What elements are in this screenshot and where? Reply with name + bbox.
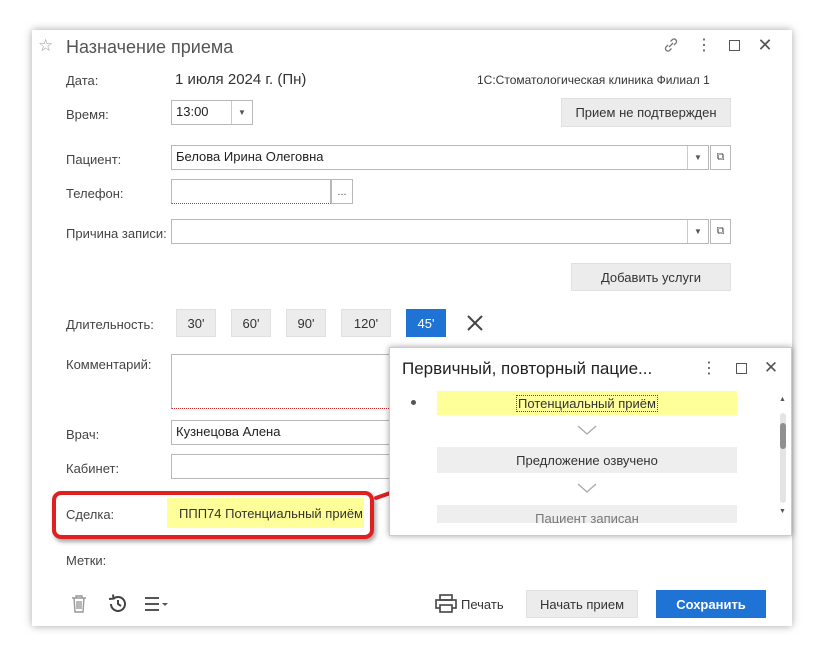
link-icon[interactable]: [662, 36, 680, 57]
start-appointment-button[interactable]: Начать прием: [526, 590, 638, 618]
duration-label: Длительность:: [66, 317, 154, 332]
duration-45-button[interactable]: 45': [406, 309, 446, 337]
scrollbar-track[interactable]: [780, 413, 786, 503]
close-icon[interactable]: ✕: [756, 35, 774, 55]
window-title: Назначение приема: [66, 37, 234, 57]
chevron-down-icon[interactable]: ▼: [687, 146, 708, 169]
room-field[interactable]: [171, 454, 401, 479]
add-services-button[interactable]: Добавить услуги: [571, 263, 731, 291]
stage-popup: Первичный, повторный пацие... ⋮ ✕ Потенц…: [389, 347, 792, 536]
doctor-label: Врач:: [66, 427, 100, 442]
open-patient-button[interactable]: ⧉: [710, 145, 731, 170]
stage-label: Потенциальный приём: [516, 394, 658, 412]
more-icon[interactable]: ⋮: [696, 36, 712, 54]
popup-maximize-icon[interactable]: [736, 363, 747, 374]
current-stage-dot-icon: [411, 400, 416, 405]
popup-more-icon[interactable]: ⋮: [701, 359, 717, 377]
popup-close-icon[interactable]: ✕: [762, 358, 780, 378]
chevron-down-icon[interactable]: ▼: [231, 101, 252, 124]
time-field[interactable]: 13:00 ▼: [171, 100, 253, 125]
patient-label: Пациент:: [66, 152, 122, 167]
star-icon[interactable]: ☆: [38, 36, 53, 56]
history-icon[interactable]: [107, 593, 129, 618]
time-label: Время:: [66, 107, 109, 122]
date-value: 1 июля 2024 г. (Пн): [175, 71, 307, 88]
chevron-down-icon: [577, 482, 597, 497]
print-button[interactable]: Печать: [461, 597, 504, 612]
doctor-field[interactable]: Кузнецова Алена: [171, 420, 401, 445]
comment-label: Комментарий:: [66, 357, 152, 372]
phone-field[interactable]: [171, 179, 331, 204]
room-label: Кабинет:: [66, 461, 120, 476]
stage-item-potential[interactable]: Потенциальный приём: [437, 391, 737, 415]
time-value: 13:00: [176, 104, 209, 119]
deal-value[interactable]: ППП74 Потенциальный приём: [167, 498, 364, 528]
chevron-down-icon[interactable]: ▼: [687, 220, 708, 243]
duration-30-button[interactable]: 30': [176, 309, 216, 337]
scroll-down-icon[interactable]: ▼: [779, 508, 786, 515]
popup-title: Первичный, повторный пацие...: [402, 359, 653, 378]
clear-duration-icon[interactable]: [465, 313, 485, 336]
phone-label: Телефон:: [66, 186, 124, 201]
scrollbar-thumb[interactable]: [780, 423, 786, 449]
menu-list-icon[interactable]: [144, 595, 172, 616]
duration-120-button[interactable]: 120': [341, 309, 391, 337]
patient-field[interactable]: Белова Ирина Олеговна ▼: [171, 145, 709, 170]
trash-icon[interactable]: [70, 594, 88, 617]
printer-icon[interactable]: [435, 594, 457, 617]
open-reason-button[interactable]: ⧉: [710, 219, 731, 244]
deal-label: Сделка:: [66, 507, 115, 522]
save-button[interactable]: Сохранить: [656, 590, 766, 618]
status-button[interactable]: Прием не подтвержден: [561, 98, 731, 127]
comment-field[interactable]: [171, 354, 401, 409]
patient-value: Белова Ирина Олеговна: [176, 149, 324, 164]
tags-label: Метки:: [66, 553, 107, 568]
date-label: Дата:: [66, 73, 99, 88]
organization-name: 1С:Стоматологическая клиника Филиал 1: [477, 73, 710, 87]
phone-select-button[interactable]: ...: [331, 179, 353, 204]
duration-60-button[interactable]: 60': [231, 309, 271, 337]
stage-item-scheduled[interactable]: Пациент записан: [437, 505, 737, 523]
stage-item-offer[interactable]: Предложение озвучено: [437, 447, 737, 473]
scroll-up-icon[interactable]: ▲: [779, 396, 786, 403]
duration-90-button[interactable]: 90': [286, 309, 326, 337]
reason-label: Причина записи:: [66, 226, 167, 241]
stage-item-scheduled-clip: Пациент записан: [437, 505, 737, 523]
chevron-down-icon: [577, 424, 597, 439]
appointment-window: ☆ Назначение приема ⋮ ✕ Дата: 1 июля 202…: [32, 30, 792, 626]
maximize-icon[interactable]: [729, 40, 740, 51]
reason-field[interactable]: ▼: [171, 219, 709, 244]
